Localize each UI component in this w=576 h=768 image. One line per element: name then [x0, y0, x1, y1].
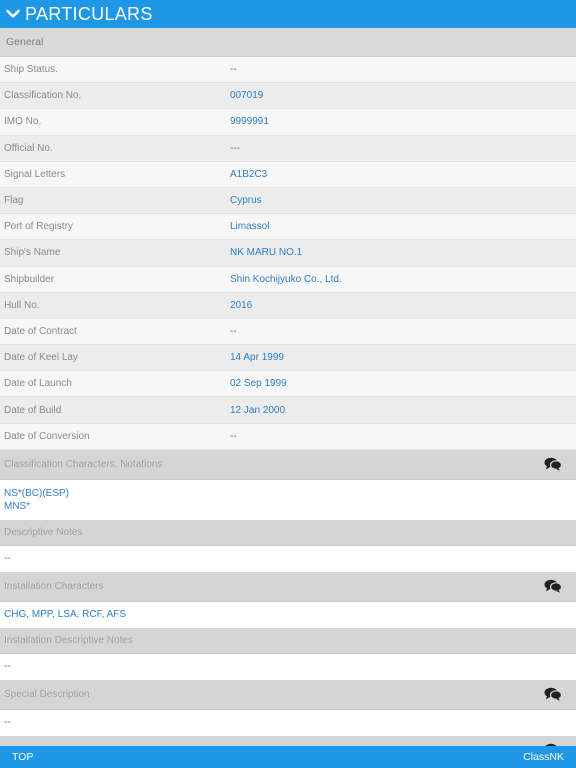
chat-bubbles-icon[interactable]	[544, 579, 563, 594]
installation-descriptive-notes-body: --	[0, 653, 576, 680]
chat-bubbles-icon[interactable]	[544, 687, 563, 702]
row-value: Limassol	[230, 221, 270, 233]
row-label: Date of Keel Lay	[4, 352, 78, 364]
subheader-next-section	[0, 735, 576, 746]
row-value: ---	[230, 142, 240, 154]
row-value: Shin Kochijyuko Co., Ltd.	[230, 273, 342, 285]
row-label: Flag	[4, 195, 24, 207]
table-row: Date of Conversion --	[0, 423, 576, 450]
chevron-down-icon[interactable]	[4, 5, 22, 23]
row-label: Date of Conversion	[4, 430, 90, 442]
footer-bar: TOP ClassNK	[0, 746, 576, 768]
installation-descriptive-notes-value: --	[4, 661, 11, 673]
page-title: PARTICULARS	[25, 3, 153, 24]
row-label: Classification No.	[4, 90, 82, 102]
table-row: Official No. ---	[0, 135, 576, 162]
notation-line: NS*(BC)(ESP)	[4, 487, 70, 499]
row-label: Shipbuilder	[4, 273, 55, 285]
row-label: Signal Letters	[4, 168, 66, 180]
table-row: Signal Letters A1B2C3	[0, 161, 576, 188]
header-bar: PARTICULARS	[0, 0, 576, 28]
row-value: NK MARU NO.1	[230, 247, 303, 259]
subheader-installation-descriptive-notes: Installation Descriptive Notes	[0, 627, 576, 654]
row-label: Ship's Name	[4, 247, 61, 259]
row-value: A1B2C3	[230, 168, 268, 180]
subheader-title: Descriptive Notes	[4, 526, 83, 538]
row-value: --	[230, 64, 237, 76]
table-row: Flag Cyprus	[0, 187, 576, 215]
subheader-descriptive-notes: Descriptive Notes	[0, 519, 576, 546]
row-label: Official No.	[4, 142, 53, 154]
row-label: Port of Registry	[4, 221, 73, 233]
installation-characters-body: CHG, MPP, LSA, RCF, AFS	[0, 601, 576, 628]
subheader-title: Classification Characters, Notations	[4, 458, 163, 470]
notation-line: MNS*	[4, 500, 31, 512]
particulars-content[interactable]: General Ship Status. -- Classification No.…	[0, 28, 576, 746]
table-row: Date of Build 12 Jan 2000	[0, 397, 576, 424]
subheader-title: Installation Characters	[4, 580, 104, 592]
table-row: Date of Contract --	[0, 318, 576, 346]
general-rows: Ship Status. -- Classification No. 007019 IM…	[0, 57, 576, 450]
top-button[interactable]: TOP	[12, 751, 33, 763]
row-value: 14 Apr 1999	[230, 352, 284, 364]
row-label: Date of Build	[4, 404, 62, 416]
table-row: IMO No. 9999991	[0, 109, 576, 136]
row-value: Cyprus	[230, 195, 262, 207]
descriptive-notes-value: --	[4, 553, 11, 565]
row-label: IMO No.	[4, 116, 42, 128]
descriptive-notes-body: --	[0, 545, 576, 572]
table-row: Classification No. 007019	[0, 83, 576, 110]
table-row: Date of Keel Lay 14 Apr 1999	[0, 345, 576, 372]
row-value: 12 Jan 2000	[230, 404, 286, 416]
section-title: General	[6, 36, 44, 48]
row-value: --	[230, 430, 237, 442]
row-value: 02 Sep 1999	[230, 378, 287, 390]
classnk-link[interactable]: ClassNK	[523, 751, 564, 763]
table-row: Hull No. 2016	[0, 292, 576, 319]
row-value: 2016	[230, 299, 253, 311]
classification-characters-body: NS*(BC)(ESP) MNS*	[0, 479, 576, 520]
row-value: --	[230, 325, 237, 337]
installation-characters-value: CHG, MPP, LSA, RCF, AFS	[4, 609, 127, 621]
special-description-body: --	[0, 709, 576, 736]
table-row: Date of Launch 02 Sep 1999	[0, 371, 576, 398]
table-row: Port of Registry Limassol	[0, 214, 576, 241]
subheader-installation-characters: Installation Characters	[0, 571, 576, 602]
row-label: Date of Contract	[4, 325, 77, 337]
table-row: Ship Status. --	[0, 57, 576, 84]
row-label: Ship Status.	[4, 64, 58, 76]
subheader-special-description: Special Description	[0, 679, 576, 710]
table-row: Ship's Name NK MARU NO.1	[0, 240, 576, 267]
subheader-classification-characters: Classification Characters, Notations	[0, 449, 576, 480]
row-label: Date of Launch	[4, 378, 72, 390]
chat-bubbles-icon[interactable]	[544, 457, 563, 472]
row-label: Hull No.	[4, 299, 40, 311]
subheader-title: Special Description	[4, 688, 90, 700]
row-value: 007019	[230, 90, 264, 102]
row-value: 9999991	[230, 116, 269, 128]
subheader-title: Installation Descriptive Notes	[4, 634, 133, 646]
section-header-general: General	[0, 28, 576, 57]
special-description-value: --	[4, 717, 11, 729]
table-row: Shipbuilder Shin Kochijyuko Co., Ltd.	[0, 266, 576, 293]
